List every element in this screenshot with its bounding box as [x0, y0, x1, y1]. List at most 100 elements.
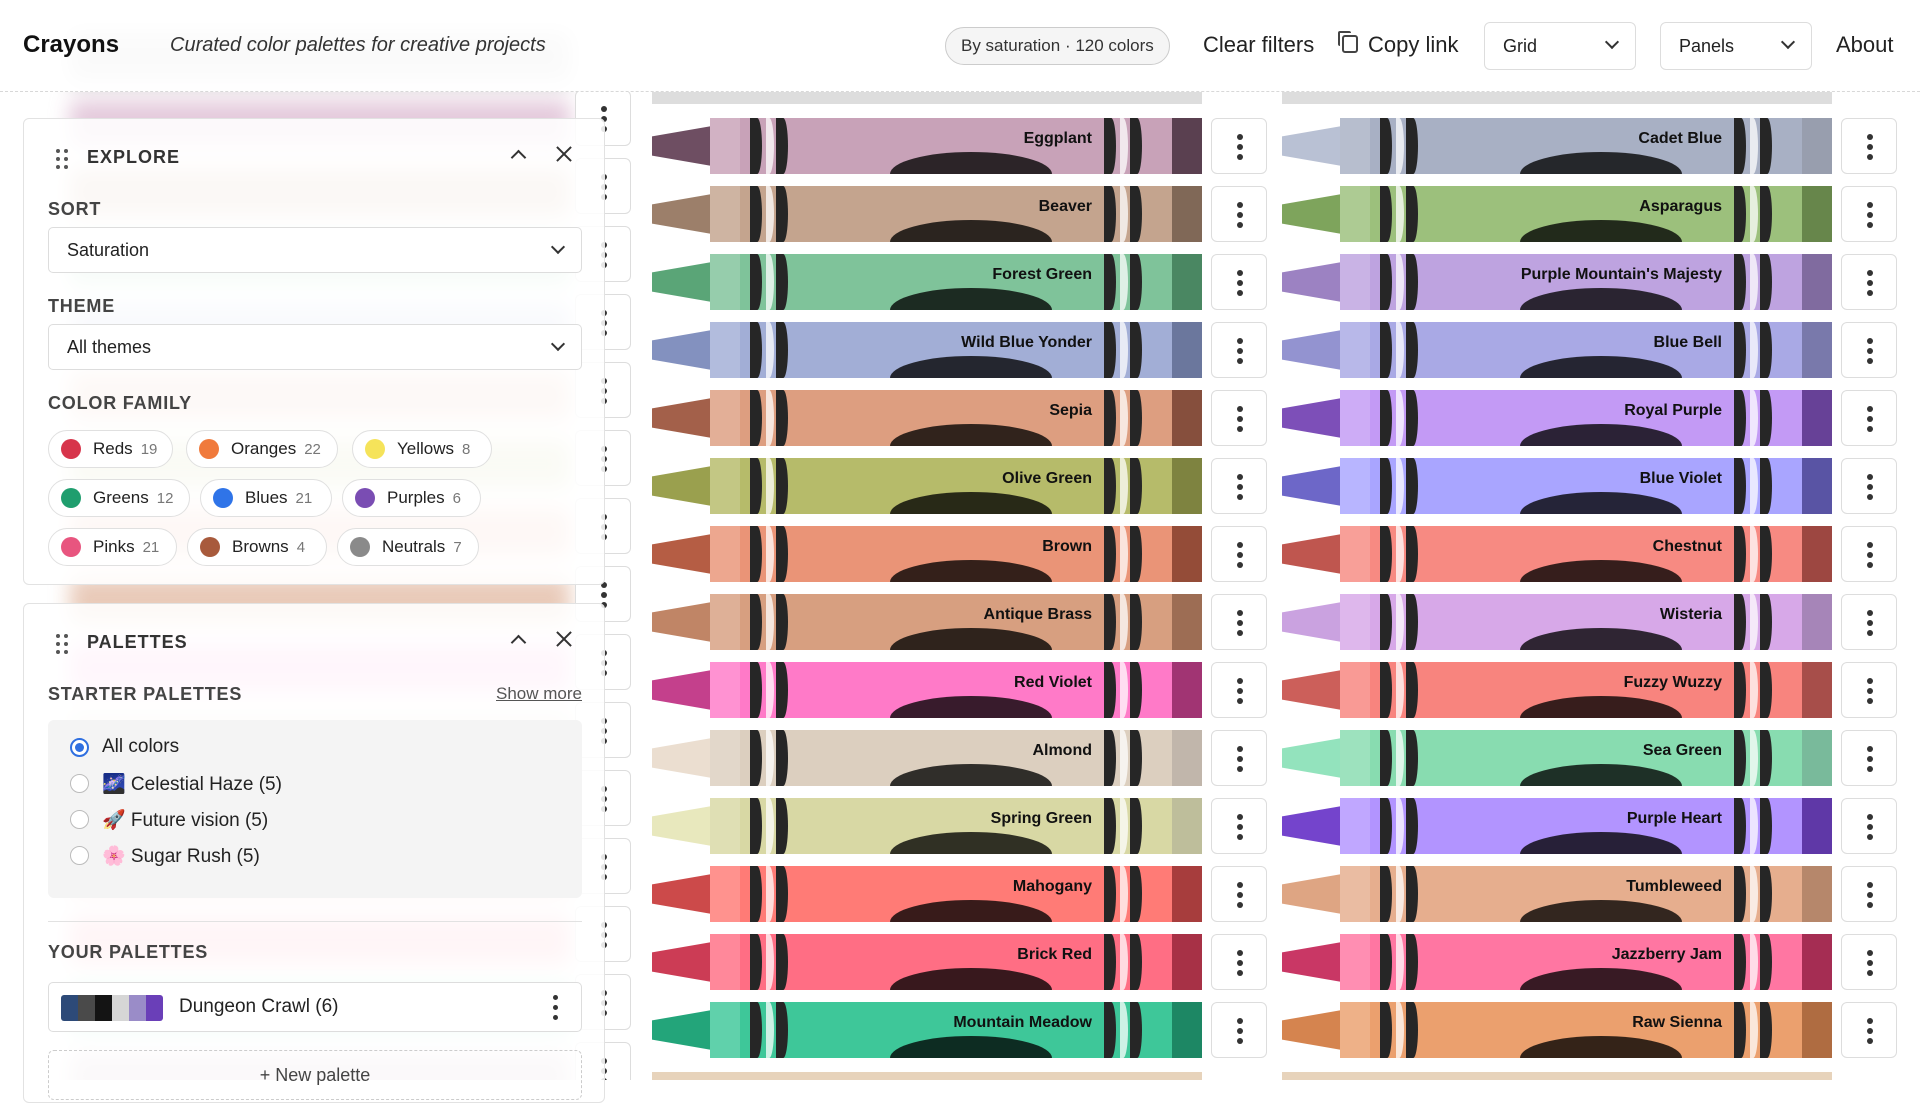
crayon[interactable]: Mountain Meadow [652, 1002, 1202, 1058]
crayon[interactable]: Asparagus [1282, 186, 1832, 242]
crayon-menu-button[interactable] [1841, 730, 1897, 786]
close-icon[interactable] [554, 629, 574, 649]
crayon-menu-button[interactable] [1211, 186, 1267, 242]
stripe-highlight [1750, 118, 1758, 174]
crayon-menu-button[interactable] [1841, 390, 1897, 446]
crayon[interactable]: Wisteria [1282, 594, 1832, 650]
new-palette-button[interactable]: + New palette [48, 1050, 582, 1100]
crayon[interactable]: Blue Bell [1282, 322, 1832, 378]
color-family-chip-blues[interactable]: Blues 21 [200, 479, 332, 517]
crayon[interactable]: Wild Blue Yonder [652, 322, 1202, 378]
crayon-menu-button[interactable] [1841, 118, 1897, 174]
crayon[interactable]: Tumbleweed [1282, 866, 1832, 922]
crayon[interactable]: Blue Violet [1282, 458, 1832, 514]
radio-icon[interactable] [70, 810, 89, 829]
copy-link-button[interactable]: Copy link [1338, 31, 1458, 58]
theme-select[interactable]: All themes [48, 324, 582, 370]
close-icon[interactable] [554, 144, 574, 164]
crayon-menu-button[interactable] [1841, 1002, 1897, 1058]
crayon-sheen [710, 118, 740, 174]
collapse-icon[interactable] [510, 149, 527, 166]
color-swatch-icon [61, 537, 81, 557]
crayon[interactable]: Purple Mountain's Majesty [1282, 254, 1832, 310]
drag-handle-icon[interactable] [56, 634, 68, 654]
color-family-chip-greens[interactable]: Greens 12 [48, 479, 190, 517]
crayon-menu-button[interactable] [1211, 254, 1267, 310]
crayon[interactable]: Purple Heart [1282, 798, 1832, 854]
crayon[interactable]: Forest Green [652, 254, 1202, 310]
stripe [1130, 254, 1142, 310]
crayon[interactable]: Cadet Blue [1282, 118, 1832, 174]
crayon[interactable]: Beaver [652, 186, 1202, 242]
color-family-chip-browns[interactable]: Browns 4 [187, 528, 327, 566]
crayon[interactable]: Red Violet [652, 662, 1202, 718]
clear-filters-button[interactable]: Clear filters [1203, 32, 1314, 58]
color-family-chip-neutrals[interactable]: Neutrals 7 [337, 528, 479, 566]
palette-row[interactable]: Dungeon Crawl (6) [48, 982, 582, 1032]
drag-handle-icon[interactable] [56, 149, 68, 169]
crayon-menu-button[interactable] [1211, 866, 1267, 922]
crayon[interactable]: Antique Brass [652, 594, 1202, 650]
crayon[interactable]: Royal Purple [1282, 390, 1832, 446]
crayon-menu-button[interactable] [1841, 866, 1897, 922]
crayon[interactable]: Jazzberry Jam [1282, 934, 1832, 990]
color-family-chip-yellows[interactable]: Yellows 8 [352, 430, 492, 468]
kebab-dot [1867, 280, 1873, 286]
crayon-menu-button[interactable] [1841, 458, 1897, 514]
radio-icon[interactable] [70, 846, 89, 865]
crayon-menu-button[interactable] [1841, 662, 1897, 718]
crayon-menu-button[interactable] [1841, 322, 1897, 378]
crayon-menu-button[interactable] [1841, 594, 1897, 650]
crayon-sheen [710, 934, 740, 990]
crayon[interactable]: Eggplant [652, 118, 1202, 174]
crayon[interactable]: Brown [652, 526, 1202, 582]
crayon[interactable]: Spring Green [652, 798, 1202, 854]
stripe [1734, 118, 1746, 174]
sort-select[interactable]: Saturation [48, 227, 582, 273]
crayon-menu-button[interactable] [1211, 730, 1267, 786]
crayon-menu-button[interactable] [1211, 526, 1267, 582]
chevron-down-icon [550, 239, 566, 255]
crayon-menu-button[interactable] [1841, 186, 1897, 242]
starter-palette-option[interactable]: 🌸 Sugar Rush (5) [70, 844, 260, 868]
crayon-menu-button[interactable] [1211, 934, 1267, 990]
crayon[interactable]: Olive Green [652, 458, 1202, 514]
crayon-menu-button[interactable] [1841, 254, 1897, 310]
crayon[interactable]: Almond [652, 730, 1202, 786]
crayon[interactable]: Brick Red [652, 934, 1202, 990]
radio-icon[interactable] [70, 774, 89, 793]
view-select[interactable]: Grid [1484, 22, 1636, 70]
crayon-menu-button[interactable] [1211, 322, 1267, 378]
collapse-icon[interactable] [510, 634, 527, 651]
crayon-menu-button[interactable] [1211, 1002, 1267, 1058]
radio-icon[interactable] [70, 738, 89, 757]
starter-palette-option[interactable]: All colors [70, 736, 179, 758]
crayon[interactable]: Sepia [652, 390, 1202, 446]
about-link[interactable]: About [1836, 32, 1894, 58]
crayon[interactable]: Mahogany [652, 866, 1202, 922]
crayon-menu-button[interactable] [1211, 458, 1267, 514]
crayon-menu-button[interactable] [1841, 934, 1897, 990]
layout-select[interactable]: Panels [1660, 22, 1812, 70]
crayon-name: Olive Green [1002, 470, 1092, 487]
crayon-menu-button[interactable] [1211, 594, 1267, 650]
starter-palette-option[interactable]: 🌌 Celestial Haze (5) [70, 772, 282, 796]
crayon[interactable]: Sea Green [1282, 730, 1832, 786]
color-family-chip-purples[interactable]: Purples 6 [342, 479, 481, 517]
crayon-menu-button[interactable] [1841, 798, 1897, 854]
crayon-menu-button[interactable] [1841, 526, 1897, 582]
crayon-menu-button[interactable] [1211, 118, 1267, 174]
crayon-menu-button[interactable] [1211, 798, 1267, 854]
more-options-icon[interactable] [553, 995, 559, 1021]
status-badge[interactable]: By saturation · 120 colors [945, 27, 1170, 65]
color-family-chip-oranges[interactable]: Oranges 22 [186, 430, 338, 468]
crayon-menu-button[interactable] [1211, 390, 1267, 446]
crayon[interactable]: Fuzzy Wuzzy [1282, 662, 1832, 718]
color-family-chip-reds[interactable]: Reds 19 [48, 430, 173, 468]
color-family-chip-pinks[interactable]: Pinks 21 [48, 528, 177, 566]
starter-palette-option[interactable]: 🚀 Future vision (5) [70, 808, 268, 832]
crayon[interactable]: Chestnut [1282, 526, 1832, 582]
show-more-link[interactable]: Show more [496, 684, 582, 704]
crayon-menu-button[interactable] [1211, 662, 1267, 718]
crayon[interactable]: Raw Sienna [1282, 1002, 1832, 1058]
